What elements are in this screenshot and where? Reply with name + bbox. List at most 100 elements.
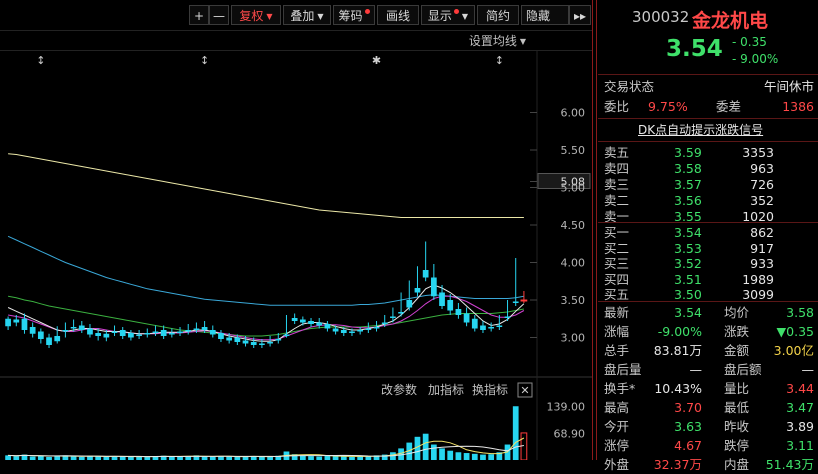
volume-bar — [226, 456, 233, 460]
volume-bar — [520, 432, 528, 460]
candle-body — [193, 328, 200, 330]
candle-body — [62, 330, 69, 332]
notification-dot-icon — [364, 9, 370, 14]
last-price: 3.54 — [666, 36, 723, 62]
candle-body — [406, 300, 413, 308]
vol-tick-label: 68.90 — [554, 427, 586, 440]
separator — [598, 141, 818, 142]
stat-label: 总手 — [604, 343, 630, 358]
volume-bar — [357, 456, 364, 460]
indicator-huanzhibiao-button[interactable]: 换指标 — [472, 382, 508, 397]
weicha-value: 1386 — [782, 99, 814, 114]
marker-icon: ↕ — [495, 54, 504, 67]
display-button[interactable]: 显示 ▼ — [421, 5, 475, 25]
ask-label: 卖四 — [604, 161, 630, 176]
hide-button[interactable]: 隐藏 — [521, 5, 569, 25]
candle-body — [471, 318, 478, 329]
volume-bar — [5, 455, 11, 460]
stat-value: 3.89 — [786, 419, 814, 434]
simple-mode-button[interactable]: 简约 — [477, 5, 519, 25]
y-tick-label: 4.00 — [561, 257, 586, 270]
stat-row: 换手* 10.43% 量比 3.44 — [604, 379, 814, 398]
draw-line-button[interactable]: 画线 — [377, 5, 419, 25]
volume-bar — [455, 452, 462, 460]
stat-value: 51.43万 — [765, 457, 814, 472]
expand-icon[interactable]: ▸▸ — [569, 5, 591, 25]
candle-body — [144, 333, 151, 335]
marker-icon: ✱ — [372, 54, 381, 67]
price-change-pct: - 9.00% — [732, 52, 779, 66]
kline-chart-area[interactable]: 设置均线 ▼ 6.00 5.50 5.08 5.00 4.50 4.00 3.50 3.00 ↕ ↕… — [0, 30, 592, 460]
candle-body — [21, 318, 28, 330]
candle-body — [365, 328, 372, 330]
overlay-label: 叠加 — [290, 9, 315, 23]
y-tick-label: 5.50 — [561, 144, 586, 157]
stat-row: 总手 83.81万 金额 3.00亿 — [604, 341, 814, 360]
stat-value: 3.54 — [674, 305, 702, 320]
candle-body — [13, 319, 20, 323]
y-tick-label: 6.00 — [561, 107, 586, 120]
volume-bar — [463, 453, 470, 460]
stock-name: 金龙机电 — [692, 10, 769, 32]
stat-value: 3.58 — [786, 305, 814, 320]
indicator-gaicanshu-button[interactable]: 改参数 — [381, 382, 417, 397]
close-icon[interactable]: ✕ — [520, 384, 529, 397]
stat-value: 3.70 — [674, 400, 702, 415]
candle-body — [283, 334, 290, 336]
stat-row: 涨幅 -9.00% 涨跌 ▼0.35 — [604, 322, 814, 341]
candle-body — [136, 334, 142, 336]
volume-bar — [54, 456, 61, 460]
overlay-button[interactable]: 叠加 ▼ — [283, 5, 331, 25]
volume-bar — [168, 456, 175, 460]
weibi-label: 委比 — [604, 99, 630, 114]
indicator-jiazhibiao-button[interactable]: 加指标 — [428, 382, 464, 397]
candle-body — [512, 301, 519, 303]
candle-body — [299, 319, 306, 323]
volume-bar — [439, 448, 445, 460]
candle-body — [160, 330, 167, 336]
stat-value: — — [689, 362, 703, 377]
stat-label: 跌停 — [724, 438, 750, 453]
zoom-out-button[interactable]: — — [209, 5, 229, 25]
stat-row: 涨停 4.67 跌停 3.11 — [604, 436, 814, 455]
stat-value: 32.37万 — [653, 457, 702, 472]
quote-panel: 300032 金龙机电 3.54 - 0.35 - 9.00% 交易状态 午间休… — [598, 0, 818, 472]
stat-value: 3.44 — [786, 381, 814, 396]
volume-bar — [308, 456, 314, 460]
panel-divider — [596, 0, 597, 460]
candle-body — [119, 330, 126, 336]
dk-signal-link[interactable]: DK点自动提示涨跌信号 — [638, 121, 763, 138]
stat-value: ▼0.35 — [776, 324, 814, 339]
fuquan-button[interactable]: 复权 ▼ — [231, 5, 281, 25]
candle-body — [504, 316, 511, 318]
volume-bar — [29, 456, 36, 460]
candle-body — [480, 325, 486, 330]
volume-bar — [422, 433, 429, 460]
marker-icon: ↕ — [36, 54, 45, 67]
candle-body — [357, 330, 364, 332]
candle-body — [430, 277, 437, 297]
price-change: - 0.35 — [732, 35, 767, 49]
volume-bar — [332, 456, 339, 460]
volume-bar — [480, 454, 486, 460]
candle-body — [332, 328, 339, 332]
candle-body — [234, 337, 241, 342]
chevron-down-icon: ▼ — [317, 11, 324, 21]
candle-body — [242, 340, 249, 344]
volume-bar — [70, 456, 77, 460]
candle-body — [422, 270, 429, 278]
candle-body — [447, 300, 454, 311]
volume-bar — [430, 444, 437, 460]
candle-body — [128, 333, 134, 338]
weibi-row: 委比 9.75% 委差 1386 — [604, 97, 814, 116]
stat-label: 均价 — [724, 305, 750, 320]
candle-body — [349, 331, 355, 333]
chips-button[interactable]: 筹码 — [333, 5, 375, 25]
stat-label: 盘后额 — [724, 362, 762, 377]
zoom-in-button[interactable]: + — [189, 5, 209, 25]
candle-body — [259, 343, 265, 345]
volume-bar — [447, 450, 454, 460]
candle-body — [267, 342, 273, 344]
ma-blue-line — [7, 235, 524, 306]
candle-body — [439, 292, 445, 306]
